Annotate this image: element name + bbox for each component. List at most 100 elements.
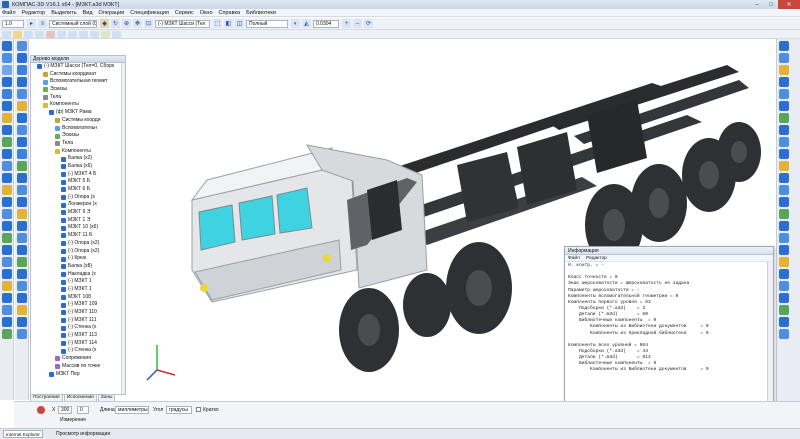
info-menu-editor[interactable]: Редактор [586, 256, 607, 261]
cube-icon[interactable]: ◧ [224, 19, 233, 28]
tree-item[interactable]: Сопряжения [31, 355, 125, 363]
fillet-icon[interactable] [16, 113, 27, 123]
select-icon[interactable]: ⬚ [213, 19, 222, 28]
tree-item[interactable]: Вспомогательная геомет [31, 78, 125, 86]
tree-item[interactable]: МЗКТ Пер [31, 371, 125, 379]
tree-item[interactable]: (-) МЗКТ Шасси (Тел=0, Сборк [31, 63, 125, 71]
bookmark-icon[interactable] [779, 257, 789, 267]
layers-icon[interactable] [1, 317, 12, 327]
tree-item[interactable]: Эскизы [31, 86, 125, 94]
pan-icon[interactable]: ✥ [133, 19, 142, 28]
tree-item[interactable]: МЗКТ 10 (x6) [31, 224, 125, 232]
cut-icon[interactable] [46, 30, 55, 38]
copy-icon[interactable] [57, 30, 66, 38]
tree-item[interactable]: (-) МЗКТ 114 [31, 340, 125, 348]
view-right-icon[interactable] [779, 101, 789, 111]
tree-item[interactable]: Тела [31, 140, 125, 148]
surface-icon[interactable] [1, 209, 12, 219]
mirror-icon[interactable] [16, 161, 27, 171]
tree-item[interactable]: (-) МЗКТ 4 Б [31, 171, 125, 179]
rect-icon[interactable] [16, 89, 27, 99]
tree-item[interactable]: МЗКТ 6 Б [31, 186, 125, 194]
tree-item[interactable]: (-) МЗКТ 110 [31, 309, 125, 317]
wire-icon[interactable]: ◫ [235, 19, 244, 28]
tree-item[interactable]: (-) Стенка (x [31, 324, 125, 332]
new-icon[interactable] [2, 30, 11, 38]
table-icon[interactable] [779, 317, 789, 327]
attribute-icon[interactable] [16, 209, 27, 219]
view-left-icon[interactable] [779, 89, 789, 99]
x-input[interactable]: 300 [58, 406, 72, 414]
tree-item[interactable]: МЗКТ 11 Б [31, 232, 125, 240]
tree-item[interactable]: Компоненты [31, 101, 125, 109]
filter-icon[interactable] [1, 305, 12, 315]
menu-service[interactable]: Сервис [175, 10, 194, 16]
stop-icon[interactable] [37, 406, 45, 414]
tree-item[interactable]: (-) МЗКТ 111 [31, 317, 125, 325]
tree-item[interactable]: Системы коорди [31, 117, 125, 125]
snap-icon[interactable] [779, 221, 789, 231]
part-icon[interactable] [1, 53, 12, 63]
tree-scrollbar[interactable] [121, 63, 125, 394]
symbol-icon[interactable] [779, 281, 789, 291]
section-icon[interactable] [1, 197, 12, 207]
mate-icon[interactable] [1, 125, 12, 135]
clip-icon[interactable] [779, 185, 789, 195]
macro-icon[interactable] [779, 329, 789, 339]
layer-combo[interactable]: Системный слой (0) [49, 19, 97, 28]
tree-item[interactable]: Системы координат [31, 71, 125, 79]
scale-combo[interactable]: 1.0 [2, 19, 24, 28]
manager-icon[interactable] [101, 30, 110, 38]
tree-item[interactable]: (ф) МЗКТ Рама [31, 109, 125, 117]
bom-icon[interactable] [16, 257, 27, 267]
render-icon[interactable] [1, 257, 12, 267]
menu-libraries[interactable]: Библиотеки [246, 10, 276, 16]
revolve-icon[interactable] [1, 89, 12, 99]
export-icon[interactable] [1, 329, 12, 339]
menu-help[interactable]: Справка [219, 10, 241, 16]
line-icon[interactable] [16, 53, 27, 63]
tree-item[interactable]: Эскизы [31, 132, 125, 140]
view-front-icon[interactable] [779, 41, 789, 51]
report-icon[interactable] [1, 269, 12, 279]
tree-item[interactable]: Балка (x2) [31, 155, 125, 163]
y-input[interactable]: 0 [77, 406, 89, 414]
normal-to-icon[interactable] [779, 125, 789, 135]
thread-icon[interactable] [16, 149, 27, 159]
properties-icon[interactable]: ◆ [100, 19, 109, 28]
fit-icon[interactable]: ⊡ [144, 19, 153, 28]
view-mode-combo[interactable]: Полный [246, 19, 288, 28]
tree-item[interactable]: Накладка (x [31, 271, 125, 279]
leader-icon[interactable] [779, 305, 789, 315]
tree-item[interactable]: (-) МЗКТ 113 [31, 332, 125, 340]
tree-item[interactable]: Балка (x6) [31, 163, 125, 171]
zoom-icon[interactable]: ⊕ [122, 19, 131, 28]
tree-item[interactable]: Массив по точке [31, 363, 125, 371]
measure-icon[interactable] [1, 113, 12, 123]
view-bottom-icon[interactable] [779, 77, 789, 87]
menu-file[interactable]: Файл [2, 10, 16, 16]
library-icon[interactable] [1, 137, 12, 147]
tree-item[interactable]: Вспомогательн [31, 125, 125, 133]
taskbar-item[interactable]: Internet Explorer [3, 430, 43, 438]
scale-icon[interactable] [16, 197, 27, 207]
array-icon[interactable] [1, 149, 12, 159]
light-icon[interactable] [16, 305, 27, 315]
menu-window[interactable]: Окно [200, 10, 213, 16]
close-button[interactable]: ✕ [778, 0, 800, 9]
menu-specification[interactable]: Спецификация [130, 10, 169, 16]
plane-icon[interactable] [1, 161, 12, 171]
tools-icon[interactable] [1, 281, 12, 291]
tree-item[interactable]: (-) Опора (x [31, 194, 125, 202]
shell-icon[interactable] [16, 125, 27, 135]
tree-item[interactable]: МЗКТ 1 Э [31, 217, 125, 225]
length-unit-select[interactable]: миллиметры [115, 406, 149, 414]
mass-icon[interactable] [16, 221, 27, 231]
angle-unit-select[interactable]: градусы [166, 406, 192, 414]
color-icon[interactable] [779, 161, 789, 171]
annotate-icon[interactable] [779, 269, 789, 279]
tree-item[interactable]: (-) Опора (x2) [31, 248, 125, 256]
spec-icon[interactable] [1, 233, 12, 243]
tree-item[interactable]: (-) Стенка (x [31, 347, 125, 355]
copy-feature-icon[interactable] [16, 173, 27, 183]
